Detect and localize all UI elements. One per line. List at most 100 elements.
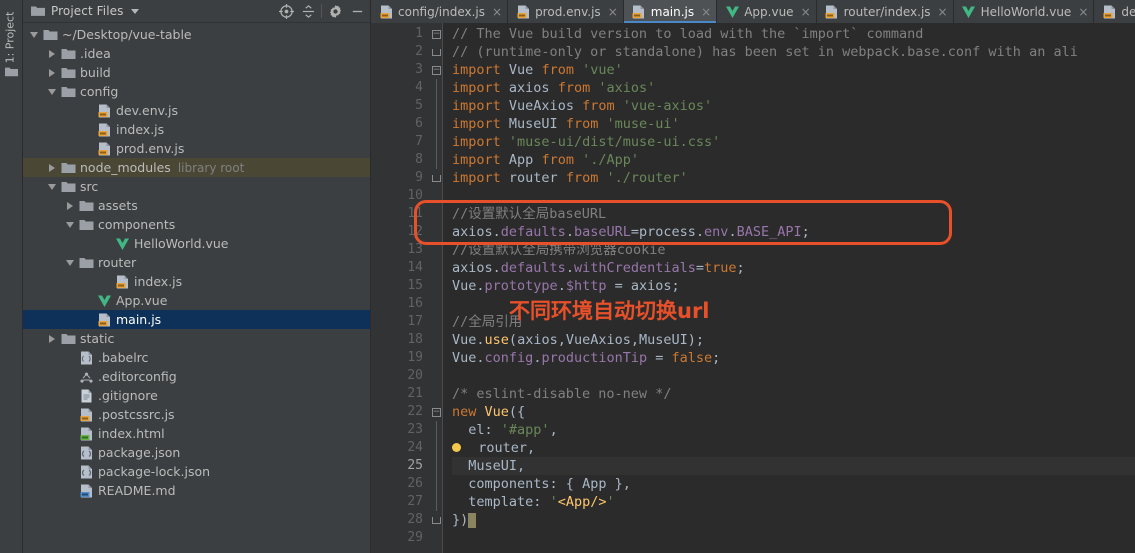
code-line[interactable]: // (runtime-only or standalone) has been… xyxy=(452,43,1135,61)
locate-icon[interactable] xyxy=(275,0,297,22)
tree-row[interactable]: ~/Desktop/vue-table xyxy=(23,25,370,44)
tree-row[interactable]: router xyxy=(23,253,370,272)
tree-row[interactable]: components xyxy=(23,215,370,234)
tree-row[interactable]: .gitignore xyxy=(23,386,370,405)
chevron-down-icon[interactable] xyxy=(63,253,77,272)
tree-row[interactable]: HelloWorld.vue xyxy=(23,234,370,253)
code-line[interactable]: import router from './router' xyxy=(452,169,1135,187)
code-line[interactable]: Vue.config.productionTip = false; xyxy=(452,349,1135,367)
tree-row[interactable]: .postcssrc.js xyxy=(23,405,370,424)
chevron-right-icon[interactable] xyxy=(45,44,59,63)
code-line[interactable] xyxy=(452,367,1135,385)
code-line[interactable]: el: '#app', xyxy=(452,421,1135,439)
tree-row[interactable]: package-lock.json xyxy=(23,462,370,481)
chevron-down-icon[interactable] xyxy=(45,177,59,196)
code-line[interactable]: import VueAxios from 'vue-axios' xyxy=(452,97,1135,115)
tree-row-label: .babelrc xyxy=(98,350,149,365)
code-line[interactable]: router, xyxy=(452,439,1135,457)
code-line[interactable]: import MuseUI from 'muse-ui' xyxy=(452,115,1135,133)
code-line[interactable]: components: { App }, xyxy=(452,475,1135,493)
chevron-right-icon[interactable] xyxy=(45,158,59,177)
fold-collapse-icon[interactable]: − xyxy=(431,25,442,43)
fold-collapse-icon[interactable]: − xyxy=(431,61,442,79)
tree-row[interactable]: .idea xyxy=(23,44,370,63)
tree-row[interactable]: README.md xyxy=(23,481,370,500)
chevron-down-icon[interactable] xyxy=(63,215,77,234)
fold-region-line xyxy=(431,439,442,457)
close-icon[interactable]: × xyxy=(801,6,811,18)
editor-tab[interactable]: dev.env.js× xyxy=(1094,0,1135,23)
code-line[interactable]: import axios from 'axios' xyxy=(452,79,1135,97)
code-line[interactable]: //设置默认全局baseURL xyxy=(452,205,1135,223)
code-line[interactable]: axios.defaults.baseURL=process.env.BASE_… xyxy=(452,223,1135,241)
minimize-icon[interactable] xyxy=(346,0,368,22)
tree-row[interactable]: src xyxy=(23,177,370,196)
fold-end-icon[interactable] xyxy=(431,43,442,61)
fold-end-icon[interactable] xyxy=(431,511,442,529)
fold-collapse-icon[interactable]: − xyxy=(431,403,442,421)
code-line[interactable]: import App from './App' xyxy=(452,151,1135,169)
code-line[interactable]: //设置默认全局携带浏览器cookie xyxy=(452,241,1135,259)
tree-row[interactable]: index.html xyxy=(23,424,370,443)
tree-row[interactable]: main.js xyxy=(23,310,370,329)
code-line[interactable]: MuseUI, xyxy=(452,457,1135,475)
tree-row[interactable]: dev.env.js xyxy=(23,101,370,120)
line-number-gutter: 1 2 3 4 5 6 7 8 9 10 11 12 13 14 15 16 17 18 19 20 21 22 23 24 2… xyxy=(371,23,431,553)
project-file-tree[interactable]: ~/Desktop/vue-table .idea build config dev.e… xyxy=(23,23,370,553)
source-code[interactable]: // The Vue build version to load with th… xyxy=(443,23,1135,553)
tree-row[interactable]: config xyxy=(23,82,370,101)
code-line[interactable]: import 'muse-ui/dist/muse-ui.css' xyxy=(452,133,1135,151)
tree-row[interactable]: .babelrc xyxy=(23,348,370,367)
tree-row[interactable]: package.json xyxy=(23,443,370,462)
code-line[interactable]: Vue.prototype.$http = axios; xyxy=(452,277,1135,295)
code-editor[interactable]: 1 2 3 4 5 6 7 8 9 10 11 12 13 14 15 16 17 18 19 20 21 22 23 24 2… xyxy=(371,23,1135,553)
code-line[interactable] xyxy=(452,295,1135,313)
editor-tab[interactable]: config/index.js × xyxy=(371,0,509,23)
editor-tab[interactable]: HelloWorld.vue × xyxy=(953,0,1095,23)
code-line[interactable]: Vue.use(axios,VueAxios,MuseUI); xyxy=(452,331,1135,349)
code-line[interactable]: /* eslint-disable no-new */ xyxy=(452,385,1135,403)
tree-row[interactable]: prod.env.js xyxy=(23,139,370,158)
code-line[interactable] xyxy=(452,187,1135,205)
editor-tab-label: config/index.js xyxy=(398,4,485,19)
tree-row[interactable]: index.js xyxy=(23,120,370,139)
chevron-right-icon[interactable] xyxy=(63,196,77,215)
close-icon[interactable]: × xyxy=(938,6,948,18)
chevron-right-icon[interactable] xyxy=(45,63,59,82)
tree-row[interactable]: assets xyxy=(23,196,370,215)
editor-tab[interactable]: prod.env.js × xyxy=(508,0,624,23)
close-icon[interactable]: × xyxy=(1078,6,1088,18)
editor-tab[interactable]: router/index.js × xyxy=(816,0,954,23)
code-line[interactable]: template: '<App/>' xyxy=(452,493,1135,511)
close-icon[interactable]: × xyxy=(701,6,711,18)
editor-tab-bar[interactable]: config/index.js × prod.env.js × main.js × App.… xyxy=(371,0,1135,23)
tool-window-tab-project[interactable]: 1: Project xyxy=(4,7,17,69)
tree-row-label: App.vue xyxy=(116,293,168,308)
chevron-down-icon[interactable] xyxy=(130,8,139,14)
tree-row[interactable]: build xyxy=(23,63,370,82)
close-icon[interactable]: × xyxy=(492,6,502,18)
code-line[interactable]: axios.defaults.withCredentials=true; xyxy=(452,259,1135,277)
tree-row[interactable]: .editorconfig xyxy=(23,367,370,386)
collapse-all-icon[interactable] xyxy=(297,0,319,22)
close-icon[interactable]: × xyxy=(608,6,618,18)
code-line[interactable]: import Vue from 'vue' xyxy=(452,61,1135,79)
chevron-down-icon[interactable] xyxy=(27,25,41,44)
code-line[interactable]: new Vue({ xyxy=(452,403,1135,421)
code-line[interactable]: //全局引用 xyxy=(452,313,1135,331)
tree-row[interactable]: node_modules library root xyxy=(23,158,370,177)
editor-tab[interactable]: main.js × xyxy=(623,0,718,23)
editor-tab[interactable]: App.vue × xyxy=(717,0,817,23)
tree-row[interactable]: App.vue xyxy=(23,291,370,310)
tree-row[interactable]: index.js xyxy=(23,272,370,291)
gear-icon[interactable] xyxy=(324,0,346,22)
code-folding-column[interactable]: − − − xyxy=(431,23,442,553)
fold-end-icon[interactable] xyxy=(431,169,442,187)
tree-row[interactable]: static xyxy=(23,329,370,348)
code-line[interactable]: }) xyxy=(452,511,1135,529)
chevron-right-icon[interactable] xyxy=(45,329,59,348)
line-number: 22 xyxy=(407,404,423,419)
chevron-down-icon[interactable] xyxy=(45,82,59,101)
code-line[interactable]: // The Vue build version to load with th… xyxy=(452,25,1135,43)
code-line[interactable] xyxy=(452,529,1135,547)
